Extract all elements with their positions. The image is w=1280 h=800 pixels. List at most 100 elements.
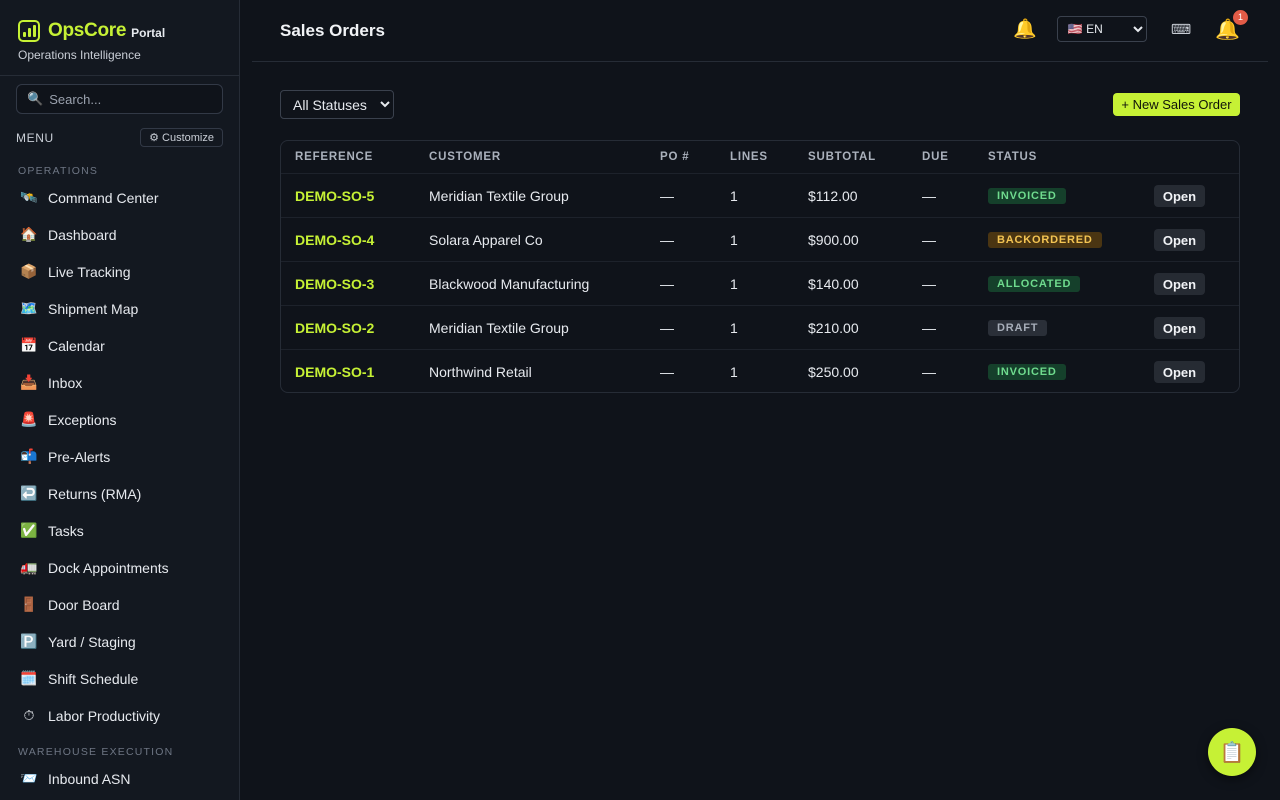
open-button[interactable]: Open (1154, 229, 1205, 251)
bell-icon[interactable]: 🔔 (1013, 17, 1037, 41)
due-cell: — (922, 320, 936, 336)
status-badge: INVOICED (988, 188, 1066, 204)
status-cell: INVOICED (988, 174, 1066, 218)
dashboard-icon: 🏠 (20, 226, 38, 242)
open-button[interactable]: Open (1154, 317, 1205, 339)
subtotal-cell: $210.00 (808, 320, 859, 336)
table-header: REFERENCE CUSTOMER PO # LINES SUBTOTAL D… (281, 141, 1239, 174)
col-lines: LINES (730, 151, 768, 163)
sidebar-item-pre-alerts[interactable]: 📬 Pre-Alerts (0, 438, 239, 475)
door-board-icon: 🚪 (20, 596, 38, 612)
language-select[interactable]: 🇺🇸 EN (1056, 16, 1147, 42)
actions-cell: Open (1154, 174, 1205, 218)
sidebar-item-dashboard[interactable]: 🏠 Dashboard (0, 216, 239, 253)
inbox-icon: 📥 (20, 374, 38, 390)
status-filter-select[interactable]: All Statuses (280, 90, 394, 119)
reference-cell[interactable]: DEMO-SO-4 (295, 218, 374, 262)
live-tracking-icon: 📦 (20, 263, 38, 279)
sidebar-item-label: Yard / Staging (48, 633, 136, 650)
sidebar-item-shift-schedule[interactable]: 🗓️ Shift Schedule (0, 660, 239, 697)
col-status: STATUS (988, 151, 1038, 163)
status-cell: BACKORDERED (988, 218, 1102, 262)
reference-cell[interactable]: DEMO-SO-2 (295, 306, 374, 350)
notification-badge: 1 (1233, 9, 1248, 25)
sidebar-item-label: Tasks (48, 522, 84, 539)
labor-productivity-icon: ⏱ (23, 707, 35, 723)
reference-cell[interactable]: DEMO-SO-5 (295, 174, 374, 218)
search-input[interactable] (49, 91, 200, 107)
sidebar-item-label: Pre-Alerts (48, 448, 111, 465)
sidebar-item-labor-productivity[interactable]: ⏱ Labor Productivity (0, 697, 239, 734)
table-body: DEMO-SO-5 Meridian Textile Group — 1 $112.00… (281, 174, 1239, 392)
clipboard-icon: 📋 (1219, 741, 1245, 764)
reference-cell[interactable]: DEMO-SO-3 (295, 262, 374, 306)
table-row: DEMO-SO-4 Solara Apparel Co — 1 $900.00 — BACK… (281, 218, 1239, 262)
po-cell: — (660, 320, 674, 336)
sidebar-item-label: Returns (RMA) (48, 485, 142, 502)
col-reference: REFERENCE (295, 151, 374, 163)
table-row: DEMO-SO-2 Meridian Textile Group — 1 $210.00… (281, 306, 1239, 350)
sidebar-item-tasks[interactable]: ✅ Tasks (0, 512, 239, 549)
open-button[interactable]: Open (1154, 185, 1205, 207)
search-icon: 🔍 (27, 91, 44, 106)
sidebar-item-label: Labor Productivity (48, 707, 161, 724)
sidebar-item-door-board[interactable]: 🚪 Door Board (0, 586, 239, 623)
po-cell: — (660, 232, 674, 248)
sidebar-item-command-center[interactable]: 🛰️ Command Center (0, 179, 239, 216)
po-cell: — (660, 188, 674, 204)
status-badge: INVOICED (988, 364, 1066, 380)
open-button[interactable]: Open (1154, 361, 1205, 383)
customize-button[interactable]: ⚙ Customize (140, 128, 223, 147)
table-row: DEMO-SO-1 Northwind Retail — 1 $250.00 — INVOI… (281, 350, 1239, 392)
actions-cell: Open (1154, 306, 1205, 350)
sidebar-item-exceptions[interactable]: 🚨 Exceptions (0, 401, 239, 438)
lines-cell: 1 (730, 276, 738, 292)
inbound-asn-icon: 📨 (20, 770, 38, 786)
calendar-icon: 📅 (20, 337, 38, 353)
sidebar-item-shipment-map[interactable]: 🗺️ Shipment Map (0, 290, 239, 327)
top-bar: Sales Orders 🔔 🇺🇸 EN ⌨ 🔔 1 (252, 0, 1268, 62)
shipment-map-icon: 🗺️ (20, 300, 38, 316)
status-badge: BACKORDERED (988, 232, 1102, 248)
open-button[interactable]: Open (1154, 273, 1205, 295)
sidebar-item-returns-rma[interactable]: ↩️ Returns (RMA) (0, 475, 239, 512)
clipboard-fab-button[interactable]: 📋 (1208, 728, 1256, 776)
command-center-icon: 🛰️ (20, 189, 38, 205)
due-cell: — (922, 364, 936, 380)
keyboard-icon[interactable]: ⌨ (1171, 21, 1191, 38)
search-box[interactable]: 🔍 (16, 84, 223, 114)
sidebar-item-inbox[interactable]: 📥 Inbox (0, 364, 239, 401)
sidebar-item-calendar[interactable]: 📅 Calendar (0, 327, 239, 364)
yard-staging-icon: 🅿️ (20, 633, 38, 649)
menu-label: MENU (16, 130, 54, 145)
sidebar-item-label: Exceptions (48, 411, 117, 428)
page-title: Sales Orders (280, 20, 385, 40)
customer-cell: Meridian Textile Group (429, 188, 569, 204)
sidebar-item-label: Door Board (48, 596, 120, 613)
notifications-button[interactable]: 🔔 1 (1215, 9, 1248, 42)
due-cell: — (922, 276, 936, 292)
sidebar-item-yard-staging[interactable]: 🅿️ Yard / Staging (0, 623, 239, 660)
reference-cell[interactable]: DEMO-SO-1 (295, 350, 374, 392)
sidebar-item-label: Dock Appointments (48, 559, 169, 576)
new-sales-order-button[interactable]: + New Sales Order (1113, 93, 1240, 116)
brand-portal: Portal (131, 26, 166, 40)
sidebar-item-live-tracking[interactable]: 📦 Live Tracking (0, 253, 239, 290)
col-customer: CUSTOMER (429, 151, 501, 163)
po-cell: — (660, 276, 674, 292)
sidebar-item-label: Live Tracking (48, 263, 131, 280)
lines-cell: 1 (730, 364, 738, 380)
sidebar-item-inbound-asn[interactable]: 📨 Inbound ASN (0, 760, 239, 797)
lines-cell: 1 (730, 188, 738, 204)
sidebar-item-label: Inbox (48, 374, 83, 391)
due-cell: — (922, 232, 936, 248)
exceptions-icon: 🚨 (20, 411, 38, 427)
col-due: DUE (922, 151, 949, 163)
customer-cell: Blackwood Manufacturing (429, 276, 590, 292)
subtotal-cell: $112.00 (808, 188, 858, 204)
sidebar-item-label: Shipment Map (48, 300, 139, 317)
sidebar-item-dock-appointments[interactable]: 🚛 Dock Appointments (0, 549, 239, 586)
customer-cell: Northwind Retail (429, 364, 532, 380)
status-badge: ALLOCATED (988, 276, 1081, 292)
due-cell: — (922, 188, 936, 204)
